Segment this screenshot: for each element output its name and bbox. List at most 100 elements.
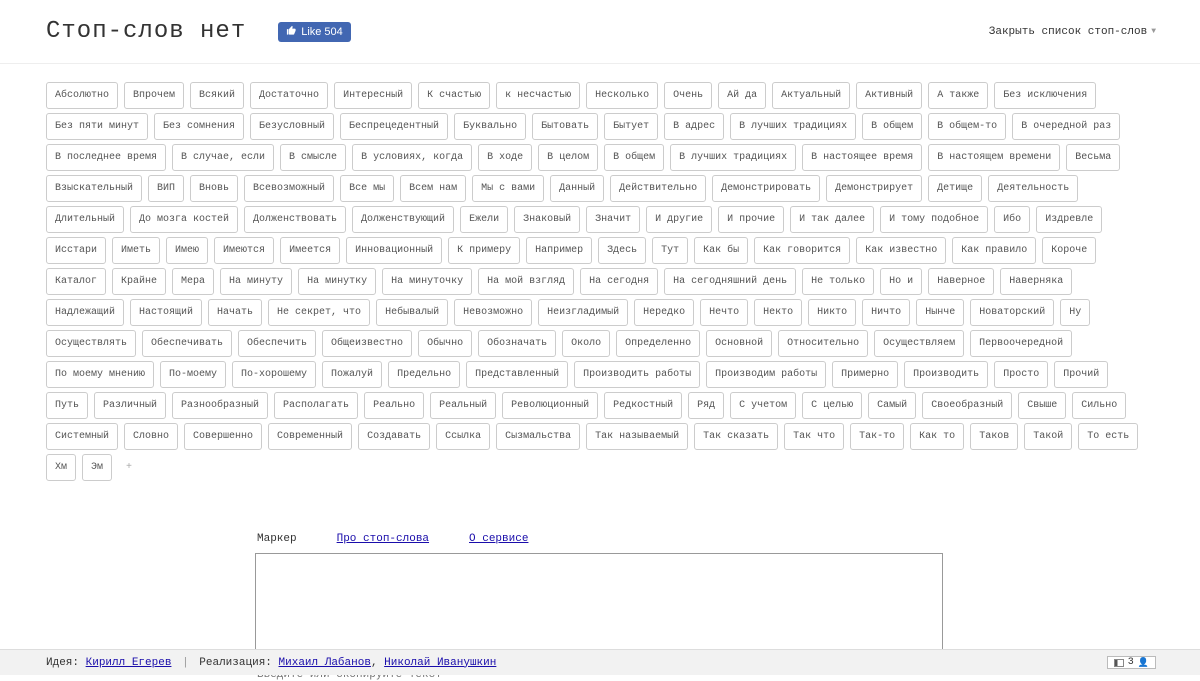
stop-word-tag[interactable]: Такой: [1024, 423, 1072, 450]
stop-word-tag[interactable]: Демонстрирует: [826, 175, 922, 202]
stop-word-tag[interactable]: В лучших традициях: [730, 113, 856, 140]
stop-word-tag[interactable]: На минутку: [298, 268, 376, 295]
stop-word-tag[interactable]: Реально: [364, 392, 424, 419]
stop-word-tag[interactable]: Мы с вами: [472, 175, 544, 202]
stop-word-tag[interactable]: По-хорошему: [232, 361, 316, 388]
stop-word-tag[interactable]: Осуществлять: [46, 330, 136, 357]
stop-word-tag[interactable]: На минуточку: [382, 268, 472, 295]
stop-word-tag[interactable]: Имею: [166, 237, 208, 264]
stop-word-tag[interactable]: Все мы: [340, 175, 394, 202]
stop-word-tag[interactable]: Революционный: [502, 392, 598, 419]
stop-word-tag[interactable]: Так называемый: [586, 423, 688, 450]
stop-word-tag[interactable]: В общем: [604, 144, 664, 171]
stop-word-tag[interactable]: Нечто: [700, 299, 748, 326]
stop-word-tag[interactable]: Разнообразный: [172, 392, 268, 419]
stop-word-tag[interactable]: Короче: [1042, 237, 1096, 264]
stop-word-tag[interactable]: Некто: [754, 299, 802, 326]
stop-word-tag[interactable]: В целом: [538, 144, 598, 171]
stop-word-tag[interactable]: Сызмальства: [496, 423, 580, 450]
stop-word-tag[interactable]: Актуальный: [772, 82, 850, 109]
stop-word-tag[interactable]: Относительно: [778, 330, 868, 357]
toggle-word-list-link[interactable]: Закрыть список стоп-слов ▼: [989, 26, 1156, 38]
stop-word-tag[interactable]: Путь: [46, 392, 88, 419]
stop-word-tag[interactable]: То есть: [1078, 423, 1138, 450]
stop-word-tag[interactable]: Без пяти минут: [46, 113, 148, 140]
stop-word-tag[interactable]: Создавать: [358, 423, 430, 450]
stop-word-tag[interactable]: Сильно: [1072, 392, 1126, 419]
stop-word-tag[interactable]: Инновационный: [346, 237, 442, 264]
stop-word-tag[interactable]: Долженствовать: [244, 206, 346, 233]
stop-word-tag[interactable]: В очередной раз: [1012, 113, 1120, 140]
stop-word-tag[interactable]: А также: [928, 82, 988, 109]
stop-word-tag[interactable]: Крайне: [112, 268, 166, 295]
facebook-like-button[interactable]: Like 504: [278, 22, 351, 42]
stop-word-tag[interactable]: Действительно: [610, 175, 706, 202]
stop-word-tag[interactable]: В адрес: [664, 113, 724, 140]
stop-word-tag[interactable]: К примеру: [448, 237, 520, 264]
stop-word-tag[interactable]: Бытовать: [532, 113, 598, 140]
stop-word-tag[interactable]: Долженствующий: [352, 206, 454, 233]
stop-word-tag[interactable]: На мой взгляд: [478, 268, 574, 295]
stop-word-tag[interactable]: Около: [562, 330, 610, 357]
text-editor[interactable]: [255, 553, 943, 661]
stop-word-tag[interactable]: Активный: [856, 82, 922, 109]
stop-word-tag[interactable]: Тут: [652, 237, 688, 264]
stop-word-tag[interactable]: Производим работы: [706, 361, 826, 388]
stop-word-tag[interactable]: Бытует: [604, 113, 658, 140]
stop-word-tag[interactable]: Обычно: [418, 330, 472, 357]
stop-word-tag[interactable]: Весьма: [1066, 144, 1120, 171]
stop-word-tag[interactable]: По-моему: [160, 361, 226, 388]
stop-word-tag[interactable]: Ничто: [862, 299, 910, 326]
stop-word-tag[interactable]: Первоочередной: [970, 330, 1072, 357]
stop-word-tag[interactable]: В последнее время: [46, 144, 166, 171]
stop-word-tag[interactable]: Как правило: [952, 237, 1036, 264]
stop-word-tag[interactable]: В общем-то: [928, 113, 1006, 140]
stop-word-tag[interactable]: И тому подобное: [880, 206, 988, 233]
stop-word-tag[interactable]: Всем нам: [400, 175, 466, 202]
stop-word-tag[interactable]: По моему мнению: [46, 361, 154, 388]
stop-word-tag[interactable]: Обозначать: [478, 330, 556, 357]
stop-word-tag[interactable]: В настоящем времени: [928, 144, 1060, 171]
stop-word-tag[interactable]: Словно: [124, 423, 178, 450]
stop-word-tag[interactable]: Впрочем: [124, 82, 184, 109]
stop-word-tag[interactable]: Редкостный: [604, 392, 682, 419]
stop-word-tag[interactable]: На минуту: [220, 268, 292, 295]
stop-word-tag[interactable]: Основной: [706, 330, 772, 357]
stop-word-tag[interactable]: Обеспечить: [238, 330, 316, 357]
stop-word-tag[interactable]: Не секрет, что: [268, 299, 370, 326]
stop-word-tag[interactable]: Безусловный: [250, 113, 334, 140]
stop-word-tag[interactable]: В общем: [862, 113, 922, 140]
stop-word-tag[interactable]: Но и: [880, 268, 922, 295]
stop-word-tag[interactable]: Как говорится: [754, 237, 850, 264]
stop-word-tag[interactable]: Общеизвестно: [322, 330, 412, 357]
stop-word-tag[interactable]: Свыше: [1018, 392, 1066, 419]
stop-word-tag[interactable]: Достаточно: [250, 82, 328, 109]
stop-word-tag[interactable]: Ну: [1060, 299, 1090, 326]
stop-word-tag[interactable]: Беспрецедентный: [340, 113, 448, 140]
stop-word-tag[interactable]: В смысле: [280, 144, 346, 171]
stop-word-tag[interactable]: С учетом: [730, 392, 796, 419]
stop-word-tag[interactable]: Несколько: [586, 82, 658, 109]
stop-word-tag[interactable]: Современный: [268, 423, 352, 450]
impl-author2-link[interactable]: Николай Иванушкин: [384, 657, 496, 669]
stop-word-tag[interactable]: Начать: [208, 299, 262, 326]
stop-word-tag[interactable]: Не только: [802, 268, 874, 295]
stop-word-tag[interactable]: Примерно: [832, 361, 898, 388]
stop-word-tag[interactable]: И так далее: [790, 206, 874, 233]
stop-word-tag[interactable]: Мера: [172, 268, 214, 295]
stop-word-tag[interactable]: Ай да: [718, 82, 766, 109]
stop-word-tag[interactable]: Как то: [910, 423, 964, 450]
stop-word-tag[interactable]: Исстари: [46, 237, 106, 264]
stop-word-tag[interactable]: Самый: [868, 392, 916, 419]
stop-word-tag[interactable]: Длительный: [46, 206, 124, 233]
stop-word-tag[interactable]: Обеспечивать: [142, 330, 232, 357]
tab-marker[interactable]: Маркер: [257, 533, 297, 545]
stop-word-tag[interactable]: Реальный: [430, 392, 496, 419]
stop-word-tag[interactable]: Своеобразный: [922, 392, 1012, 419]
stop-word-tag[interactable]: Новаторский: [970, 299, 1054, 326]
stop-word-tag[interactable]: Как бы: [694, 237, 748, 264]
stop-word-tag[interactable]: В ходе: [478, 144, 532, 171]
stop-word-tag[interactable]: Всякий: [190, 82, 244, 109]
impl-author1-link[interactable]: Михаил Лабанов: [279, 657, 371, 669]
stop-word-tag[interactable]: Представленный: [466, 361, 568, 388]
